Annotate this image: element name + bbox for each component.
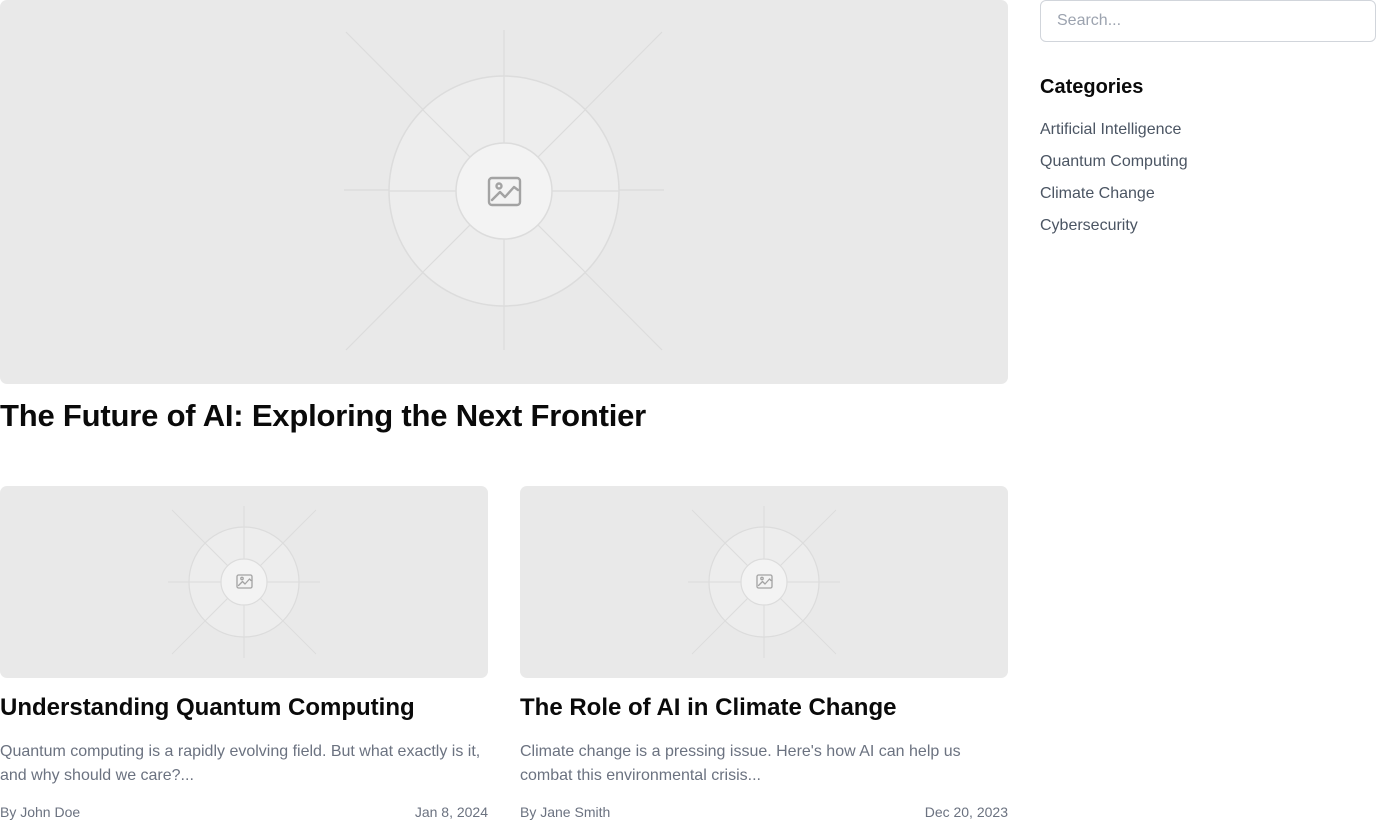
- list-item: Quantum Computing: [1040, 150, 1188, 182]
- list-item: Climate Change: [1040, 182, 1188, 214]
- featured-post-title[interactable]: The Future of AI: Exploring the Next Fro…: [0, 398, 646, 434]
- post-card[interactable]: The Role of AI in Climate Change Climate…: [520, 486, 1008, 820]
- post-excerpt: Climate change is a pressing issue. Here…: [520, 743, 961, 784]
- post-date: Dec 20, 2023: [924, 804, 1008, 820]
- post-image[interactable]: [520, 486, 1008, 678]
- image-placeholder-icon: [688, 506, 840, 658]
- post-image[interactable]: [0, 486, 488, 678]
- category-link-quantum-computing[interactable]: Quantum Computing: [1040, 153, 1188, 170]
- post-author: By Jane Smith: [520, 804, 611, 820]
- list-item: Cybersecurity: [1040, 214, 1188, 246]
- post-meta: By John Doe Jan 8, 2024: [0, 804, 488, 820]
- list-item: Artificial Intelligence: [1040, 118, 1188, 150]
- post-author: By John Doe: [0, 804, 81, 820]
- image-placeholder-icon: [168, 506, 320, 658]
- post-meta: By Jane Smith Dec 20, 2023: [520, 804, 1008, 820]
- post-excerpt: Quantum computing is a rapidly evolving …: [0, 743, 481, 784]
- sidebar: Categories Artificial Intelligence Quant…: [1040, 0, 1376, 234]
- image-placeholder-icon: [344, 30, 664, 351]
- post-title[interactable]: The Role of AI in Climate Change: [520, 694, 896, 722]
- post-date: Jan 8, 2024: [414, 804, 488, 820]
- search-input[interactable]: [1040, 0, 1376, 42]
- main-content: The Future of AI: Exploring the Next Fro…: [0, 0, 1008, 820]
- post-title[interactable]: Understanding Quantum Computing: [0, 694, 415, 722]
- post-card[interactable]: Understanding Quantum Computing Quantum …: [0, 486, 488, 820]
- categories-list: Artificial Intelligence Quantum Computin…: [1040, 118, 1188, 246]
- category-link-climate-change[interactable]: Climate Change: [1040, 185, 1155, 202]
- categories-heading: Categories: [1040, 76, 1144, 98]
- category-link-cybersecurity[interactable]: Cybersecurity: [1040, 217, 1138, 234]
- featured-image[interactable]: [0, 0, 1008, 384]
- category-link-artificial-intelligence[interactable]: Artificial Intelligence: [1040, 121, 1181, 138]
